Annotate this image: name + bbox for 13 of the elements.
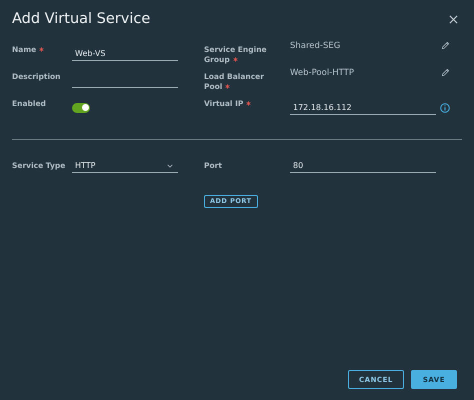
pencil-icon[interactable] (441, 68, 450, 77)
select-field[interactable]: HTTP (72, 159, 178, 173)
input-field[interactable]: 172.18.16.112 (290, 100, 436, 114)
input-field[interactable]: 80 (290, 159, 436, 173)
dialog-title: Add Virtual Service (12, 11, 150, 27)
field-value: Shared-SEG (290, 40, 342, 51)
field-value: Web-Pool-HTTP (290, 67, 356, 78)
pencil-icon[interactable] (441, 41, 450, 50)
info-icon[interactable] (440, 103, 450, 113)
toggle-switch[interactable] (72, 102, 90, 112)
chevron-icon (167, 164, 173, 168)
input-field[interactable]: Web-VS (72, 46, 178, 60)
close-icon[interactable] (449, 14, 458, 24)
